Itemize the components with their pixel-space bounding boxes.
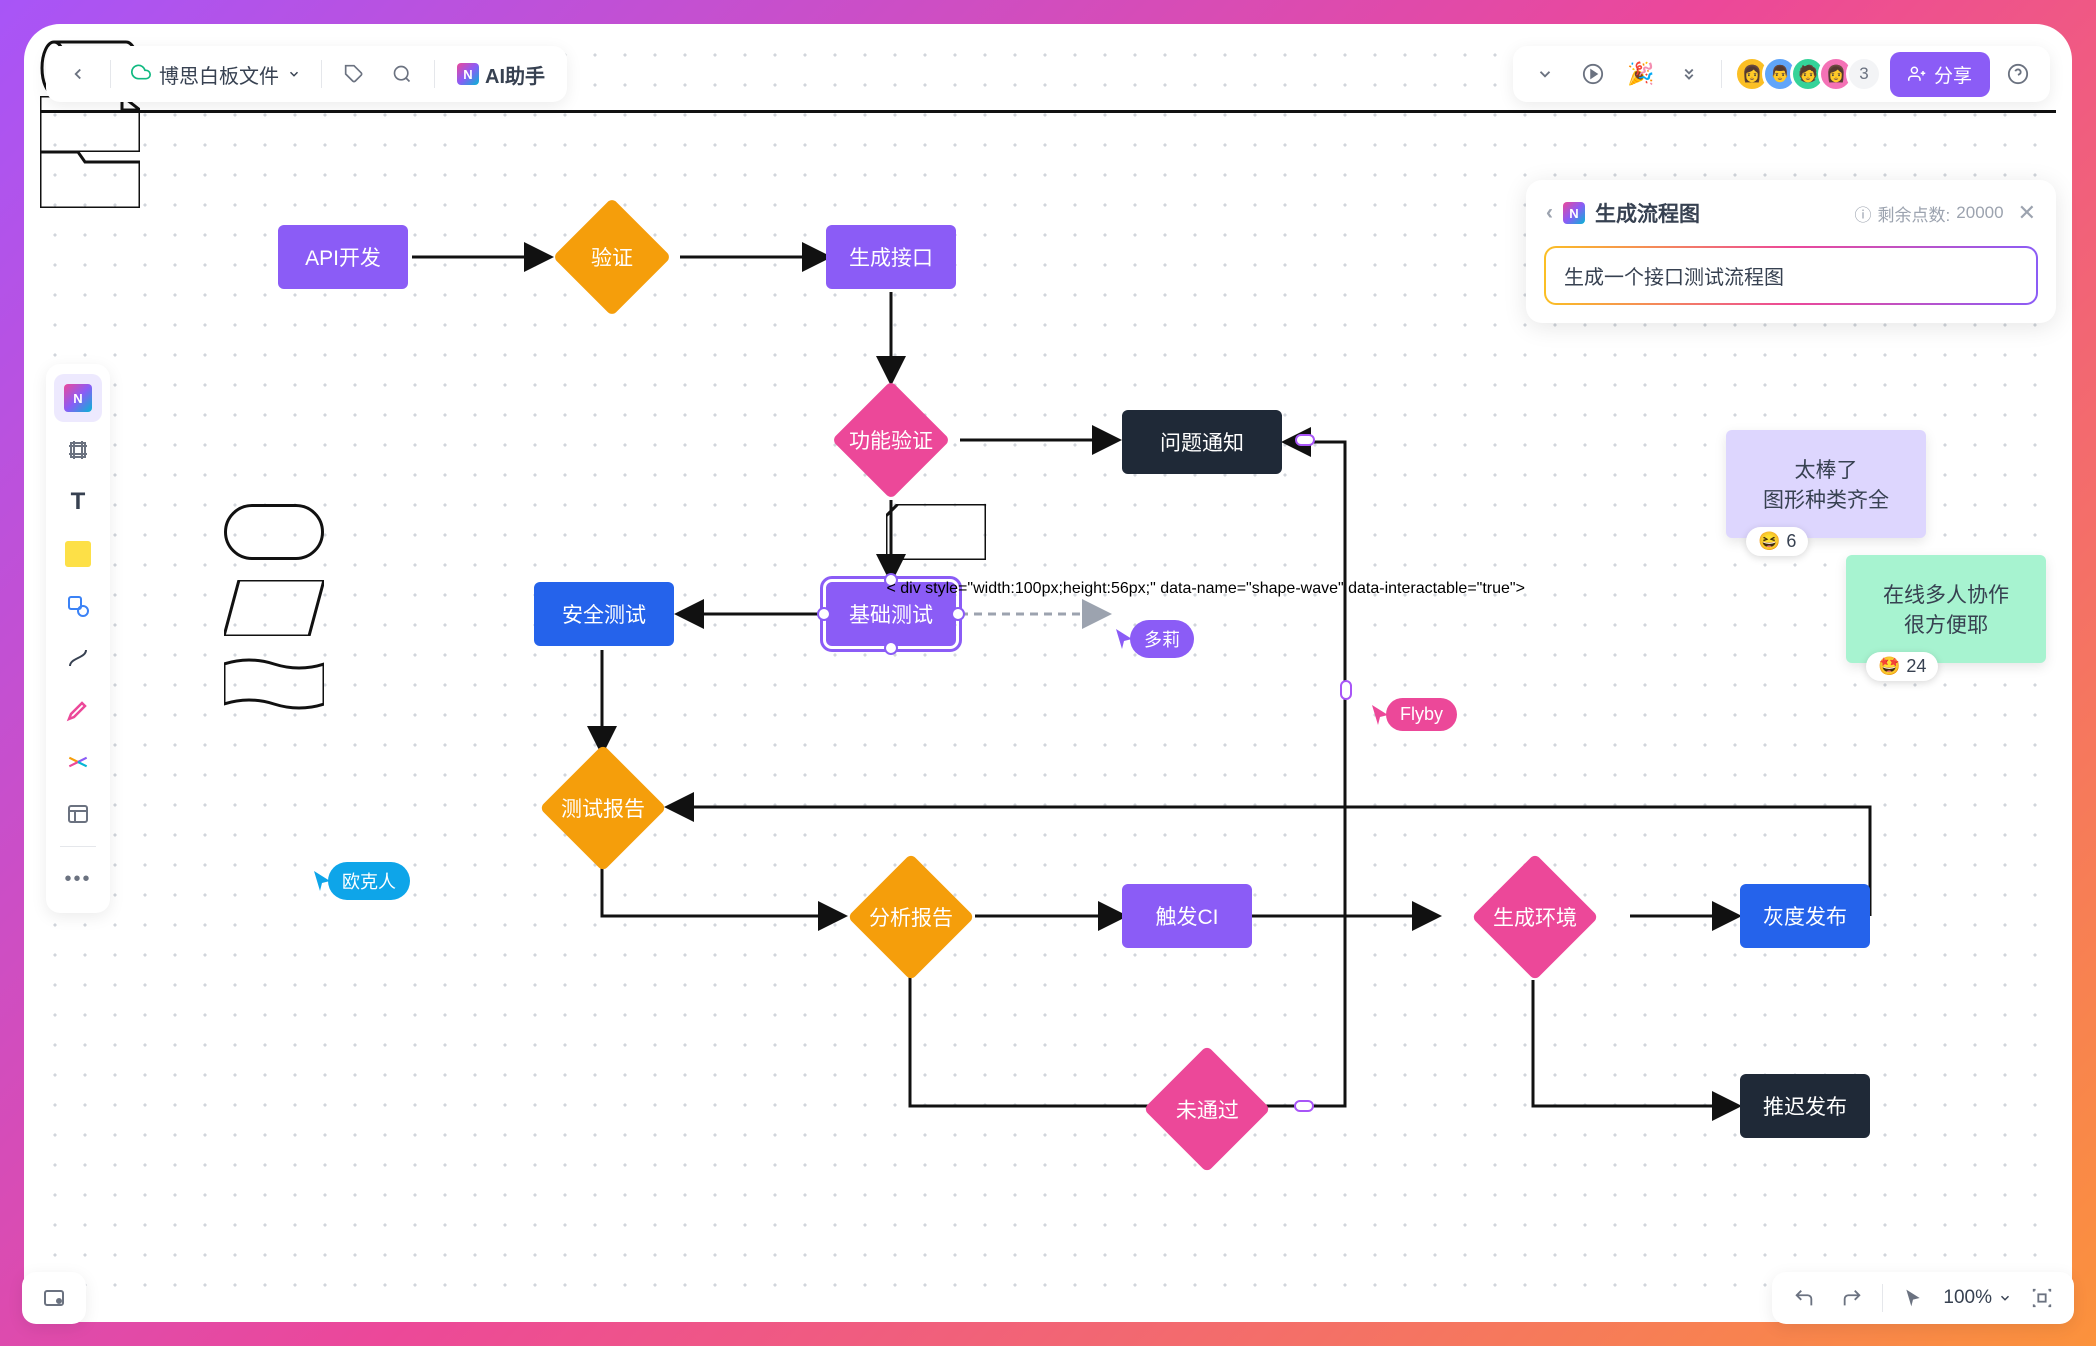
node-delay-release[interactable]: 推迟发布: [1740, 1074, 1870, 1138]
node-test-report[interactable]: 测试报告: [539, 744, 666, 871]
ai-prompt-input[interactable]: [1544, 246, 2038, 305]
node-trigger-ci[interactable]: 触发CI: [1122, 884, 1252, 948]
ai-logo-icon: N: [1563, 202, 1585, 224]
fit-view-button[interactable]: [2024, 1280, 2060, 1316]
tool-more[interactable]: •••: [54, 855, 102, 903]
cursor-duoli: 多莉: [1112, 620, 1194, 658]
play-button[interactable]: [1573, 54, 1613, 94]
connector-pill[interactable]: [1295, 434, 1315, 446]
node-api-dev[interactable]: API开发: [278, 225, 408, 289]
topbar: 博思白板文件 N AI助手 🎉: [46, 46, 2050, 102]
tool-connector[interactable]: [54, 634, 102, 682]
undo-button[interactable]: [1786, 1280, 1822, 1316]
node-gray-release[interactable]: 灰度发布: [1740, 884, 1870, 948]
sticky-text: 图形种类齐全: [1750, 484, 1902, 514]
file-name-dropdown[interactable]: 博思白板文件: [123, 60, 309, 89]
expand-button[interactable]: [1669, 54, 1709, 94]
cursor-label: Flyby: [1386, 698, 1457, 731]
ai-logo-icon: N: [457, 63, 479, 85]
pointer-button[interactable]: [1895, 1280, 1931, 1316]
node-not-passed[interactable]: 未通过: [1143, 1045, 1270, 1172]
node-gen-interface[interactable]: 生成接口: [826, 225, 956, 289]
ai-panel-header: ‹ N 生成流程图 ⓘ剩余点数:20000 ✕: [1526, 180, 2056, 246]
tool-shapes[interactable]: N: [54, 374, 102, 422]
share-button[interactable]: 分享: [1890, 52, 1990, 97]
sticky-note-green[interactable]: 在线多人协作 很方便耶 🤩24: [1846, 555, 2046, 663]
share-label: 分享: [1934, 61, 1972, 88]
tool-template[interactable]: [54, 790, 102, 838]
node-issue-notify[interactable]: 问题通知: [1122, 410, 1282, 474]
shape-card[interactable]: [886, 504, 986, 560]
tool-shape[interactable]: [54, 582, 102, 630]
tool-text[interactable]: T: [54, 478, 102, 526]
cursor-ouke: 欧克人: [310, 862, 410, 900]
tag-button[interactable]: [334, 54, 374, 94]
shape-palette: < div style="width:100px;height:56px;" d…: [224, 504, 1525, 712]
bottom-left-bar: [22, 1272, 86, 1324]
sticky-note-purple[interactable]: 太棒了 图形种类齐全 😆6: [1726, 430, 1926, 538]
file-name-label: 博思白板文件: [159, 60, 279, 89]
topbar-right: 🎉 👩 👨 🧑 👩 3 分享: [1513, 46, 2050, 102]
search-button[interactable]: [382, 54, 422, 94]
ai-panel-title-label: 生成流程图: [1595, 198, 1700, 228]
sticky-text: 在线多人协作: [1870, 579, 2022, 609]
back-button[interactable]: [58, 54, 98, 94]
cursor-label: 欧克人: [328, 862, 410, 900]
ai-assistant-label: AI助手: [485, 60, 545, 89]
tool-sticky[interactable]: [54, 530, 102, 578]
topbar-left: 博思白板文件 N AI助手: [46, 46, 567, 102]
node-func-verify[interactable]: 功能验证: [832, 381, 951, 500]
shape-parallelogram[interactable]: [224, 580, 324, 636]
redo-button[interactable]: [1834, 1280, 1870, 1316]
zoom-control[interactable]: 100%: [1943, 1287, 2012, 1309]
node-analyze-report[interactable]: 分析报告: [847, 853, 974, 980]
cursor-label: 多莉: [1130, 620, 1194, 658]
connector-pill[interactable]: [1294, 1100, 1314, 1112]
ai-panel-back[interactable]: ‹: [1546, 201, 1553, 225]
sticky-reaction[interactable]: 😆6: [1746, 527, 1808, 556]
bottom-right-bar: 100%: [1772, 1272, 2074, 1324]
ai-panel-close[interactable]: ✕: [2018, 200, 2036, 226]
node-gen-env[interactable]: 生成环境: [1471, 853, 1598, 980]
cursor-flyby: Flyby: [1368, 698, 1457, 731]
shape-rounded-rect[interactable]: [224, 504, 324, 560]
avatar-count[interactable]: 3: [1846, 56, 1882, 92]
sticky-text: 很方便耶: [1870, 609, 2022, 639]
left-toolbar: N T •••: [46, 364, 110, 913]
collaborator-avatars[interactable]: 👩 👨 🧑 👩 3: [1734, 56, 1882, 92]
tool-frame[interactable]: [54, 426, 102, 474]
cloud-sync-icon: [131, 62, 151, 87]
tool-mindmap[interactable]: [54, 738, 102, 786]
help-button[interactable]: [1998, 54, 2038, 94]
sticky-reaction[interactable]: 🤩24: [1866, 652, 1938, 681]
ai-panel: ‹ N 生成流程图 ⓘ剩余点数:20000 ✕: [1526, 180, 2056, 323]
node-verify[interactable]: 验证: [553, 198, 672, 317]
chevron-down-icon: [1998, 1291, 2012, 1305]
chevron-down-icon: [287, 67, 301, 81]
celebrate-button[interactable]: 🎉: [1621, 54, 1661, 94]
chevron-down-button[interactable]: [1525, 54, 1565, 94]
minimap-button[interactable]: [36, 1280, 72, 1316]
tool-pen[interactable]: [54, 686, 102, 734]
ai-assistant-button[interactable]: N AI助手: [447, 60, 555, 89]
sticky-text: 太棒了: [1750, 454, 1902, 484]
ai-credits: ⓘ剩余点数:20000: [1855, 201, 2004, 226]
